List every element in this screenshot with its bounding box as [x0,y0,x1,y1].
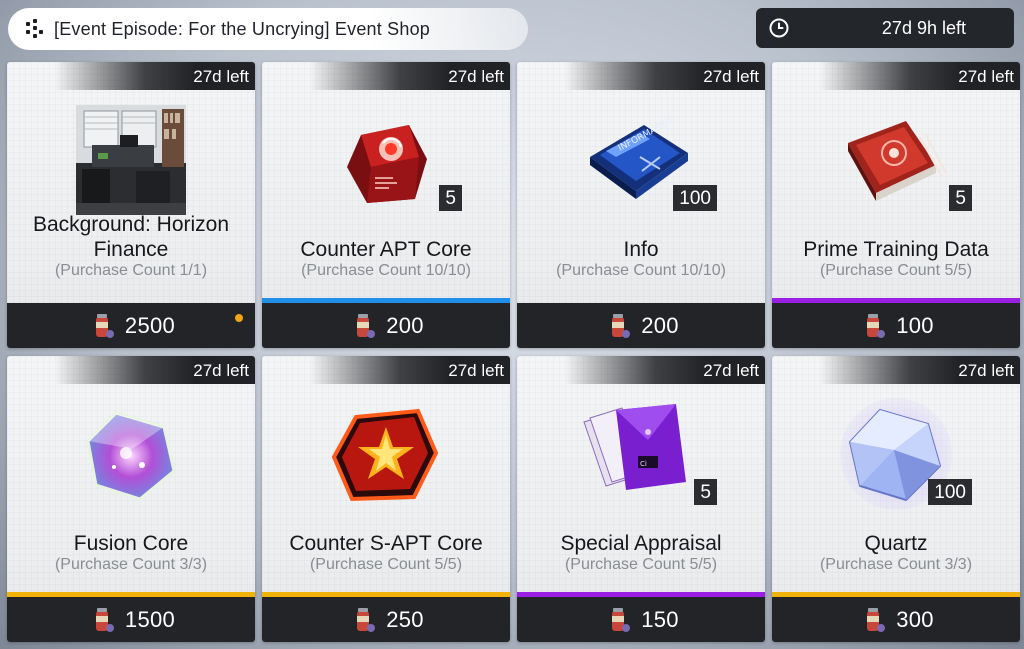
price-value: 200 [641,312,679,338]
office-background-image [76,105,186,215]
red-training-book-icon [848,121,947,201]
event-can-currency-icon [95,607,114,632]
shop-item-card[interactable]: 27d left INFORMATION 100 Info (Purchase … [517,62,765,348]
price-button[interactable]: 150 [517,597,765,642]
quantity-badge: 100 [928,479,972,505]
time-left-label: 27d left [310,356,510,384]
event-can-currency-icon [612,313,631,338]
price-value: 150 [641,606,679,632]
shop-item-card[interactable]: 27d left Counter S-APT Core (Purchase Co… [262,356,510,642]
event-can-currency-icon [612,607,631,632]
time-left-label: 27d left [565,62,765,90]
price-button[interactable]: 300 [772,597,1020,642]
rainbow-crystal-icon [86,411,176,501]
menu-dots-icon [24,19,44,39]
shop-item-card[interactable]: 27d left Fusion Core (Purchase Count 3/3… [7,356,255,642]
time-left-label: 27d left [820,356,1020,384]
price-button[interactable]: 100 [772,303,1020,348]
time-left-label: 27d left [310,62,510,90]
price-button[interactable]: 1500 [7,597,255,642]
shop-timer-text: 27d 9h left [881,17,966,38]
price-value: 1500 [124,606,176,632]
item-name: Counter S-APT Core [289,532,483,555]
purchase-count: (Purchase Count 10/10) [301,262,471,279]
shop-item-card[interactable]: 27d left 100 Quartz (Purchase Count 3/3) [772,356,1020,642]
event-can-currency-icon [867,313,886,338]
item-name: Prime Training Data [803,238,989,261]
time-left-label: 27d left [565,356,765,384]
shop-item-card[interactable]: 27d left Background: Horizon Finance (Pu… [7,62,255,348]
price-value: 250 [386,606,424,632]
event-can-currency-icon [867,607,886,632]
quantity-badge: 100 [673,185,717,211]
purchase-count: (Purchase Count 5/5) [819,262,973,279]
item-name: Counter APT Core [300,238,472,261]
price-value: 300 [896,606,934,632]
price-value: 200 [386,312,424,338]
price-value: 2500 [124,312,176,338]
item-name: Special Appraisal [560,532,722,555]
purchase-count: (Purchase Count 5/5) [564,556,718,573]
shop-item-card[interactable]: 27d left Ci 5 Special Appraisal (Purchas… [517,356,765,642]
item-name: Fusion Core [73,532,189,555]
shop-title-bar: [Event Episode: For the Uncrying] Event … [8,8,528,50]
purchase-count: (Purchase Count 5/5) [309,556,463,573]
price-button[interactable]: 2500 [7,303,255,348]
quantity-badge: 5 [949,185,972,211]
item-name: Background: Horizon Finance [32,213,230,261]
time-left-label: 27d left [55,62,255,90]
item-name: Quartz [864,532,928,555]
clock-icon [769,18,789,38]
new-indicator-dot [235,314,243,322]
quantity-badge: 5 [694,479,717,505]
red-cube-core-icon [347,125,427,203]
shop-title: [Event Episode: For the Uncrying] Event … [54,18,430,39]
purple-envelope-icon: Ci [583,404,686,490]
purchase-count: (Purchase Count 3/3) [54,556,208,573]
shop-item-card[interactable]: 27d left 5 Prime Training Data (Purchase… [772,62,1020,348]
event-can-currency-icon [357,607,376,632]
purchase-count: (Purchase Count 10/10) [556,262,726,279]
purchase-count: (Purchase Count 3/3) [819,556,973,573]
price-button[interactable]: 250 [262,597,510,642]
event-can-currency-icon [357,313,376,338]
item-name: Info [623,238,659,261]
time-left-label: 27d left [820,62,1020,90]
purchase-count: (Purchase Count 1/1) [54,262,208,279]
time-left-label: 27d left [55,356,255,384]
red-star-core-icon [331,408,439,502]
price-button[interactable]: 200 [262,303,510,348]
shop-timer: 27d 9h left [756,8,1014,48]
event-can-currency-icon [95,313,114,338]
price-button[interactable]: 200 [517,303,765,348]
quantity-badge: 5 [439,185,462,211]
svg-text:Ci: Ci [640,460,647,468]
shop-item-card[interactable]: 27d left 5 Counter APT Core (Purchase Co… [262,62,510,348]
price-value: 100 [896,312,934,338]
